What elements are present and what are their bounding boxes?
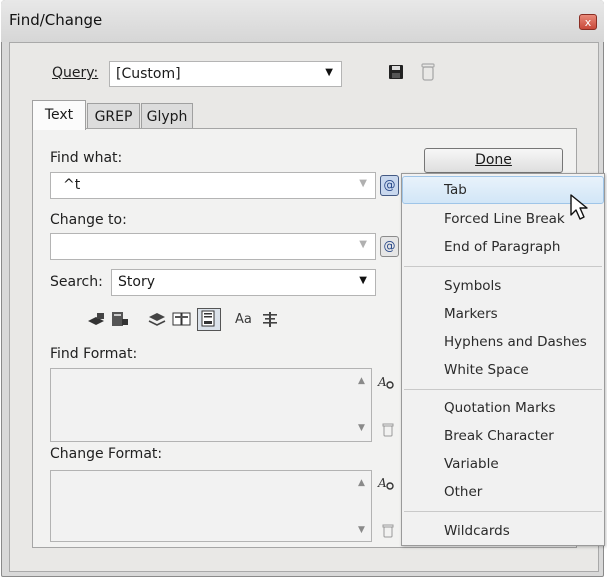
change-format-box[interactable] — [50, 470, 372, 542]
menu-item-white-space[interactable]: White Space — [444, 362, 529, 378]
menu-item-forced-line-break[interactable]: Forced Line Break — [444, 211, 565, 227]
menu-separator — [404, 511, 602, 512]
at-icon: @ — [383, 178, 396, 192]
tab-glyph[interactable]: Glyph — [141, 103, 193, 131]
change-to-input[interactable]: ▼ — [50, 233, 376, 260]
scroll-down-icon[interactable]: ▼ — [358, 423, 365, 433]
find-what-input[interactable]: ^t ▼ — [50, 172, 376, 199]
query-label: Query: — [52, 65, 99, 81]
query-dropdown[interactable]: [Custom] ▼ — [109, 61, 342, 87]
find-what-label: Find what: — [50, 150, 123, 166]
menu-item-markers[interactable]: Markers — [444, 306, 498, 322]
chevron-down-icon: ▼ — [359, 275, 367, 286]
include-footnotes-toggle[interactable] — [197, 308, 221, 331]
trash-icon — [421, 63, 435, 81]
trash-icon — [382, 524, 394, 538]
search-scope-dropdown[interactable]: Story ▼ — [111, 269, 376, 296]
chevron-down-icon: ▼ — [325, 67, 333, 78]
scroll-up-icon[interactable]: ▲ — [358, 478, 365, 488]
change-format-label: Change Format: — [50, 446, 163, 462]
specify-change-format-button[interactable]: A — [377, 475, 395, 495]
whole-word-icon — [263, 312, 277, 327]
specify-find-format-button[interactable]: A — [377, 374, 395, 394]
delete-query-button[interactable] — [421, 63, 435, 85]
format-settings-icon: A — [377, 375, 394, 389]
find-format-label: Find Format: — [50, 346, 138, 362]
footnotes-icon — [201, 310, 215, 327]
case-sensitive-label: Aa — [235, 312, 252, 327]
scroll-up-icon[interactable]: ▲ — [358, 376, 365, 386]
save-query-button[interactable] — [389, 64, 403, 84]
menu-item-variable[interactable]: Variable — [444, 456, 499, 472]
include-hidden-layers-toggle[interactable] — [147, 311, 167, 331]
done-button[interactable]: Done — [424, 148, 563, 173]
window-title: Find/Change — [9, 11, 103, 29]
menu-item-break-character[interactable]: Break Character — [444, 428, 554, 444]
special-characters-find-button[interactable]: @ — [380, 175, 399, 196]
clear-change-format-button[interactable] — [382, 523, 394, 542]
change-to-label: Change to: — [50, 212, 127, 228]
mouse-pointer-icon — [569, 193, 591, 227]
include-master-pages-toggle[interactable] — [172, 311, 192, 331]
menu-item-hyphens-and-dashes[interactable]: Hyphens and Dashes — [444, 334, 587, 350]
menu-item-other[interactable]: Other — [444, 484, 482, 500]
at-icon: @ — [383, 239, 396, 253]
special-characters-menu — [401, 173, 605, 546]
menu-item-end-of-paragraph[interactable]: End of Paragraph — [444, 239, 560, 255]
tab-grep[interactable]: GREP — [87, 103, 140, 131]
svg-text:A: A — [377, 375, 387, 389]
whole-word-toggle[interactable] — [262, 312, 278, 332]
locked-layers-icon — [88, 313, 104, 325]
menu-item-tab[interactable]: Tab — [444, 182, 467, 198]
hidden-layers-icon — [148, 313, 166, 326]
include-locked-stories-toggle[interactable] — [110, 311, 130, 331]
menu-item-symbols[interactable]: Symbols — [444, 278, 501, 294]
menu-separator — [404, 266, 602, 267]
include-locked-layers-toggle[interactable] — [86, 311, 106, 331]
master-pages-icon — [172, 312, 191, 326]
case-sensitive-toggle[interactable]: Aa — [235, 312, 252, 327]
save-icon — [389, 65, 403, 79]
scroll-down-icon[interactable]: ▼ — [358, 525, 365, 535]
find-what-value: ^t — [63, 177, 81, 193]
menu-item-quotation-marks[interactable]: Quotation Marks — [444, 400, 555, 416]
trash-icon — [382, 423, 394, 437]
query-value: [Custom] — [116, 66, 181, 82]
find-format-box[interactable] — [50, 368, 372, 442]
special-characters-change-button[interactable]: @ — [380, 236, 399, 257]
search-label: Search: — [50, 274, 103, 290]
search-scope-value: Story — [118, 274, 155, 290]
locked-stories-icon — [112, 312, 128, 326]
tab-text[interactable]: Text — [32, 100, 86, 130]
menu-item-wildcards[interactable]: Wildcards — [444, 523, 510, 539]
clear-find-format-button[interactable] — [382, 422, 394, 441]
close-button[interactable]: x — [579, 14, 597, 30]
svg-text:A: A — [377, 476, 387, 490]
chevron-down-icon: ▼ — [359, 178, 367, 189]
menu-separator — [404, 389, 602, 390]
format-settings-icon: A — [377, 476, 394, 490]
chevron-down-icon: ▼ — [359, 239, 367, 250]
